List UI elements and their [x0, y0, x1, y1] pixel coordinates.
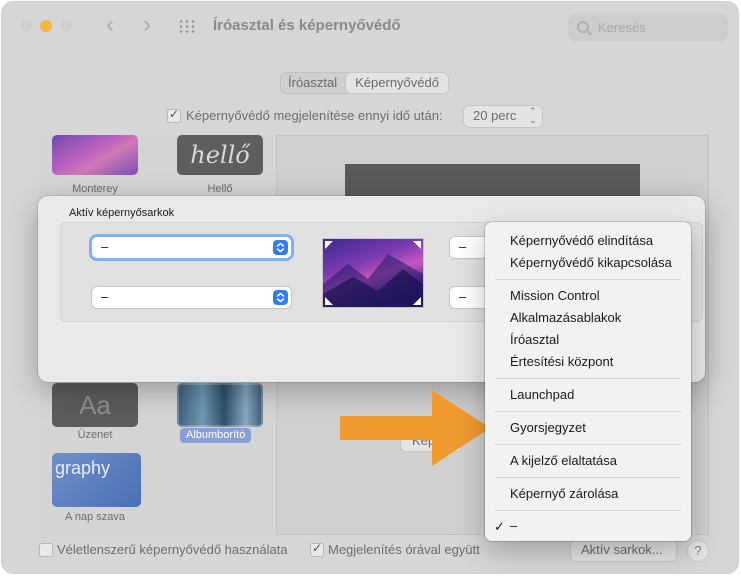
- saver-label-message: Üzenet: [77, 429, 113, 441]
- hello-art-text: hellő: [190, 141, 250, 169]
- saver-label-word-of-day: A nap szava: [65, 511, 125, 523]
- tab-desktop[interactable]: Íróasztal: [280, 72, 345, 94]
- menu-item-none[interactable]: –: [510, 518, 517, 533]
- menu-item-launchpad[interactable]: Launchpad: [510, 387, 574, 402]
- window-title: Íróasztal és képernyővédő: [213, 17, 401, 34]
- forward-button[interactable]: ›: [136, 11, 158, 38]
- chevron-left-icon: ‹: [106, 11, 114, 38]
- saver-preview-screen: [345, 164, 640, 200]
- saver-label-monterey: Monterey: [72, 183, 118, 195]
- saver-label-album-artwork: Albumborító: [180, 428, 252, 443]
- updown-stepper-icon: [273, 290, 288, 305]
- show-after-time-value: 20 perc: [473, 108, 517, 123]
- menu-separator: [495, 477, 681, 478]
- saver-thumb-hello[interactable]: hellő: [177, 135, 263, 175]
- chevron-right-icon: ›: [143, 11, 151, 38]
- hot-corners-button[interactable]: Aktív sarkok...: [571, 540, 676, 561]
- back-button[interactable]: ‹: [99, 11, 121, 38]
- help-icon: ?: [694, 543, 702, 558]
- menu-separator: [495, 378, 681, 379]
- menu-separator: [495, 510, 681, 511]
- updown-stepper-icon: [273, 240, 288, 255]
- search-field[interactable]: Keresés: [568, 14, 728, 41]
- hot-corners-button-label: Aktív sarkok...: [581, 542, 663, 557]
- menu-item-desktop[interactable]: Íróasztal: [510, 332, 559, 347]
- show-clock-checkbox[interactable]: [310, 541, 324, 557]
- menu-item-quick-note[interactable]: Gyorsjegyzet: [510, 420, 586, 435]
- top-right-corner-value: –: [459, 239, 467, 254]
- saver-label-hello: Hellő: [207, 183, 233, 195]
- hot-corner-action-menu: Képernyővédő elindítása Képernyővédő kik…: [485, 222, 691, 541]
- show-all-grid-icon[interactable]: [178, 19, 196, 33]
- bottom-left-corner-select[interactable]: –: [92, 287, 291, 308]
- title-bar: ‹ › Íróasztal és képernyővédő Keresés: [2, 2, 738, 54]
- tab-bar: Íróasztal Képernyővédő: [280, 72, 449, 94]
- orange-arrow-icon: [340, 390, 490, 466]
- menu-item-disable-screensaver[interactable]: Képernyővédő kikapcsolása: [510, 255, 672, 270]
- top-left-corner-value: –: [101, 239, 109, 254]
- hot-corners-title: Aktív képernyősarkok: [69, 207, 175, 219]
- menu-separator: [495, 279, 681, 280]
- corners-preview-image: [322, 238, 424, 308]
- show-clock-label: Megjelenítés órával együtt: [328, 542, 480, 557]
- chevron-updown-icon: ⌃⌄: [529, 106, 537, 125]
- bottom-right-corner-value: –: [459, 289, 467, 304]
- system-preferences-window: ‹ › Íróasztal és képernyővédő Keresés Ír…: [2, 2, 738, 573]
- menu-separator: [495, 411, 681, 412]
- minimize-window-button[interactable]: [40, 20, 52, 32]
- tab-screen-saver[interactable]: Képernyővédő: [346, 73, 448, 93]
- search-placeholder: Keresés: [598, 20, 646, 35]
- top-left-corner-select[interactable]: –: [92, 237, 291, 258]
- close-window-button[interactable]: [20, 20, 32, 32]
- saver-thumb-word-of-day[interactable]: graphy: [52, 453, 141, 507]
- search-icon: [577, 21, 589, 33]
- menu-separator: [495, 444, 681, 445]
- random-saver-checkbox[interactable]: [39, 543, 53, 557]
- random-saver-label: Véletlenszerű képernyővédő használata: [57, 542, 288, 557]
- saver-thumb-monterey[interactable]: [52, 135, 138, 175]
- checkmark-icon: ✓: [494, 519, 505, 534]
- menu-item-mission-control[interactable]: Mission Control: [510, 288, 600, 303]
- saver-thumb-album-artwork[interactable]: [177, 383, 263, 427]
- menu-item-lock-screen[interactable]: Képernyő zárolása: [510, 486, 618, 501]
- menu-item-application-windows[interactable]: Alkalmazásablakok: [510, 310, 621, 325]
- show-after-checkbox[interactable]: [167, 107, 181, 123]
- zoom-window-button[interactable]: [60, 20, 72, 32]
- show-after-time-select[interactable]: 20 perc ⌃⌄: [464, 106, 542, 127]
- message-art-text: Aa: [79, 390, 111, 420]
- menu-item-start-screensaver[interactable]: Képernyővédő elindítása: [510, 233, 653, 248]
- menu-item-notification-center[interactable]: Értesítési központ: [510, 354, 613, 369]
- word-of-day-art-text: graphy: [55, 458, 111, 478]
- menu-item-put-display-to-sleep[interactable]: A kijelző elaltatása: [510, 453, 617, 468]
- help-button[interactable]: ?: [688, 541, 708, 561]
- saver-thumb-message[interactable]: Aa: [52, 383, 138, 427]
- bottom-left-corner-value: –: [101, 289, 109, 304]
- show-after-label: Képernyővédő megjelenítése ennyi idő utá…: [186, 108, 443, 123]
